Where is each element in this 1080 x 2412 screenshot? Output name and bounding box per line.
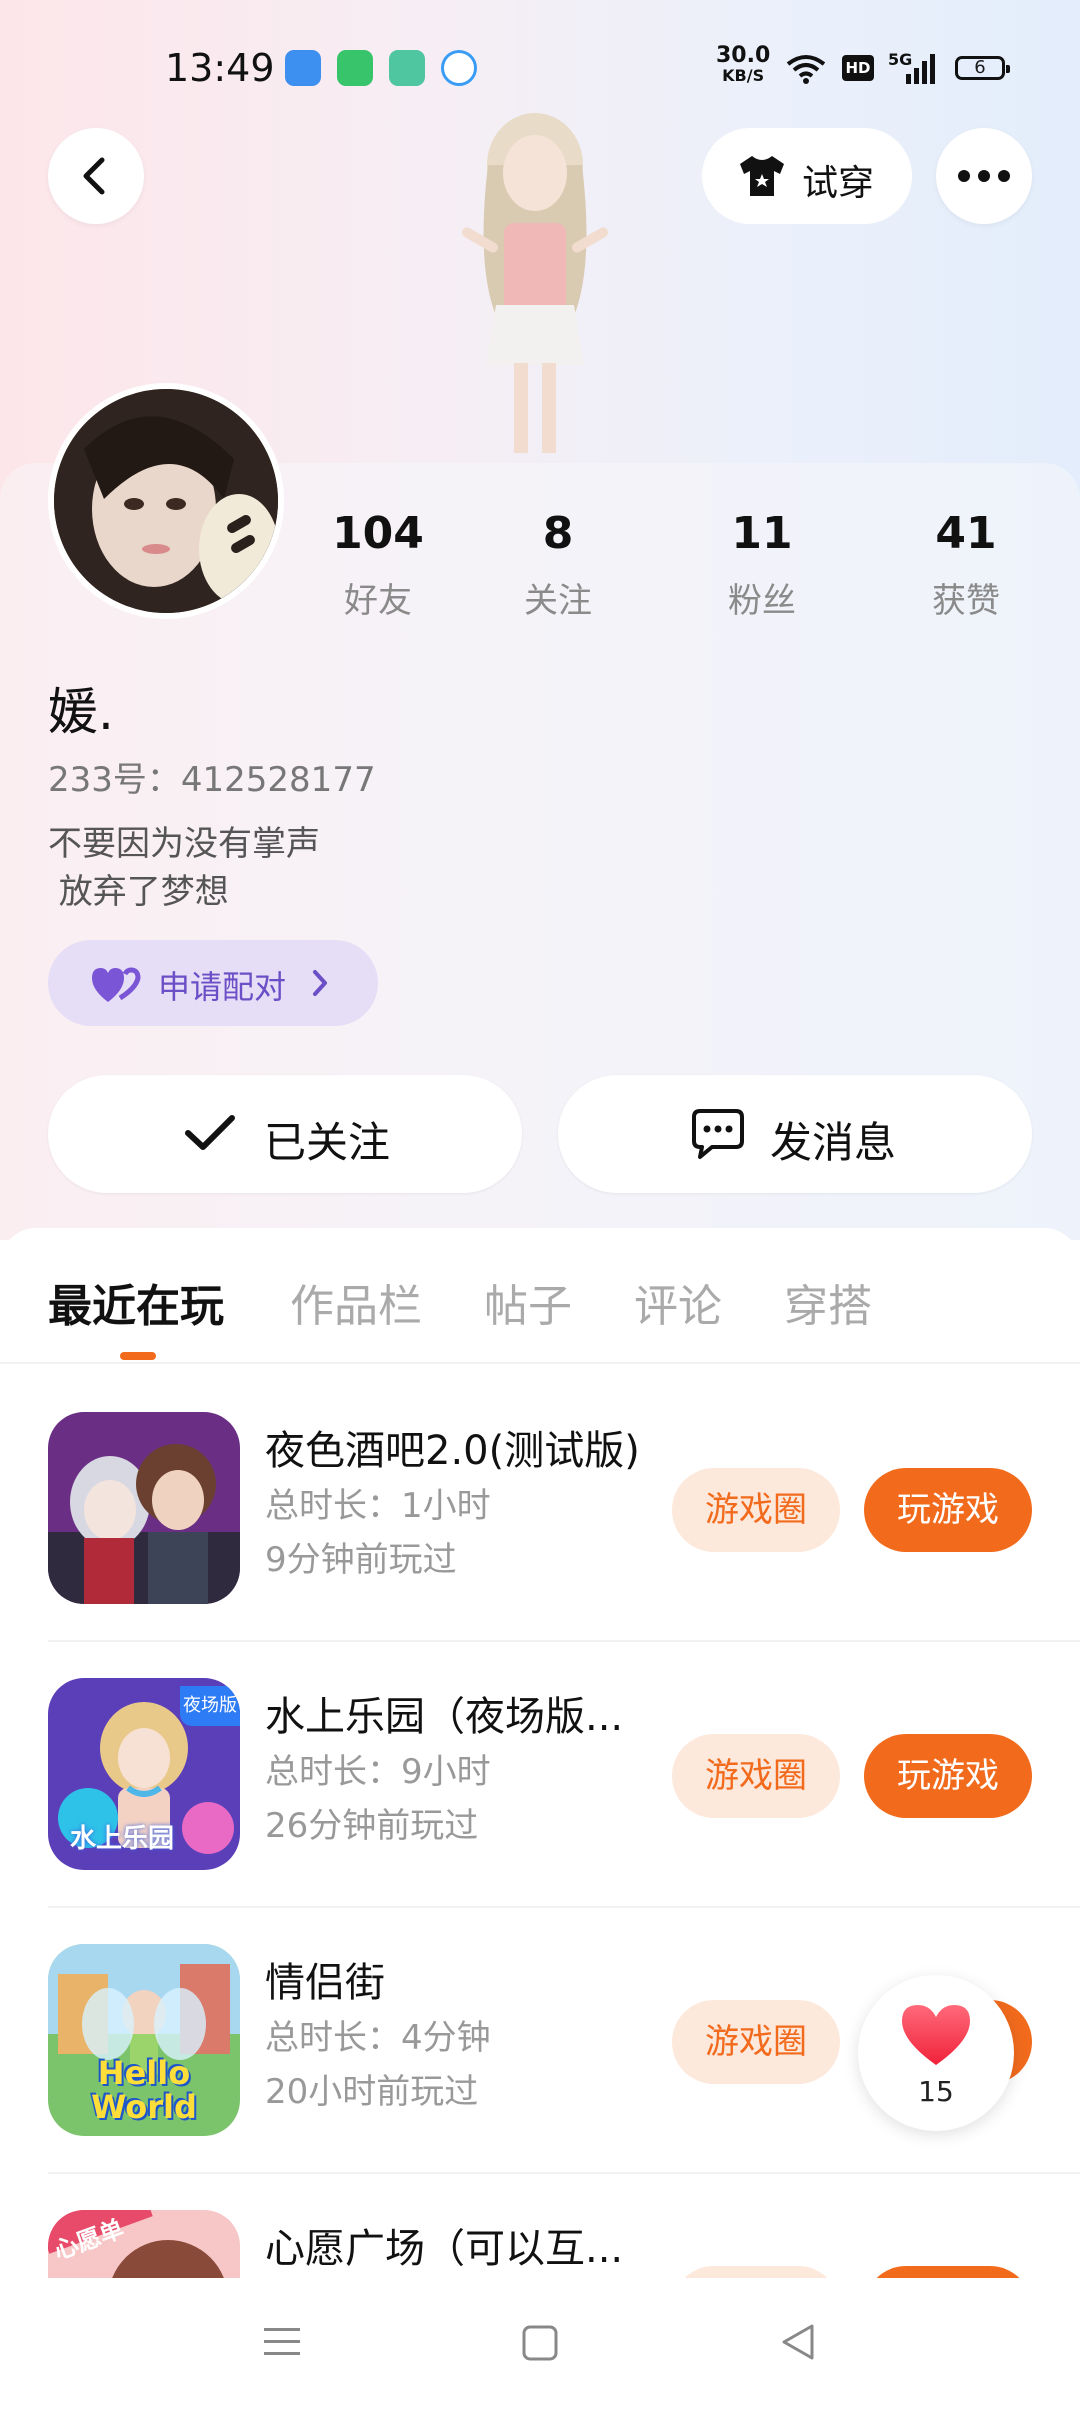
battery-icon: 6: [955, 56, 1010, 80]
game-list-item[interactable]: 水上乐园 夜场版 水上乐园（夜场版... 总时长：9小时 26分钟前玩过 游戏圈…: [0, 1678, 1080, 1944]
menu-icon[interactable]: [262, 2324, 302, 2360]
user-id: 233号：412528177: [48, 760, 376, 800]
game-title: 心愿广场（可以互...: [265, 2226, 624, 2272]
play-game-button[interactable]: 玩游戏: [864, 1734, 1032, 1818]
wifi-icon: [786, 55, 826, 84]
game-icon-night-bar: [48, 1412, 240, 1604]
night-edition-badge: 夜场版: [180, 1686, 240, 1726]
back-triangle-icon[interactable]: [778, 2322, 818, 2362]
game-cover-title: 水上乐园: [70, 1824, 175, 1854]
game-cover-title: Hello World: [91, 2054, 197, 2126]
tab-comments[interactable]: 评论: [634, 1270, 722, 1334]
stat-likes-value: 41: [935, 508, 997, 559]
browser-app-icon: [441, 50, 477, 86]
home-square-icon[interactable]: [521, 2324, 559, 2362]
tab-active-indicator: [120, 1352, 156, 1360]
stat-likes[interactable]: 41 获赞: [886, 508, 1046, 622]
game-title: 情侣街: [265, 1960, 385, 2006]
notification-app-icon: [285, 50, 321, 86]
avatar-character-3d: [462, 113, 608, 453]
game-cover-night-bar: [48, 1412, 240, 1604]
avatar-image: [54, 389, 278, 613]
row-divider: [48, 1906, 1080, 1908]
game-last-played: 9分钟前玩过: [265, 1540, 457, 1580]
back-button[interactable]: [48, 128, 144, 224]
like-count: 15: [918, 2075, 954, 2108]
game-list-item[interactable]: 夜色酒吧2.0(测试版) 总时长：1小时 9分钟前玩过 游戏圈 玩游戏: [0, 1412, 1080, 1678]
stat-fans-value: 11: [731, 508, 793, 559]
check-icon: [185, 1115, 235, 1150]
followed-label: 已关注: [264, 1118, 391, 1167]
stat-friends-value: 104: [332, 508, 424, 559]
try-on-button[interactable]: 试穿: [702, 128, 912, 224]
tab-posts[interactable]: 帖子: [484, 1270, 572, 1334]
double-heart-icon: [92, 967, 141, 1002]
network-speed-value: 30.0: [716, 43, 771, 68]
game-list-item[interactable]: 心愿单 心愿广场（可以互... 游戏圈 玩游戏: [0, 2210, 1080, 2278]
game-title: 水上乐园（夜场版...: [265, 1694, 624, 1740]
game-circle-button[interactable]: 游戏圈: [672, 1468, 840, 1552]
game-duration: 总时长：4分钟: [265, 2018, 491, 2058]
stat-fans[interactable]: 11 粉丝: [682, 508, 842, 622]
system-navigation-bar: [0, 2278, 1080, 2412]
tab-works[interactable]: 作品栏: [290, 1270, 422, 1334]
user-bio: 不要因为没有掌声 放弃了梦想: [48, 824, 320, 912]
send-message-label: 发消息: [770, 1118, 897, 1167]
stat-fans-label: 粉丝: [728, 581, 796, 621]
try-on-label: 试穿: [802, 163, 875, 204]
stat-following-value: 8: [542, 508, 574, 559]
more-button[interactable]: [936, 128, 1032, 224]
hd-badge: HD: [842, 55, 874, 81]
game-duration: 总时长：1小时: [265, 1486, 491, 1526]
row-divider: [48, 2172, 1080, 2174]
game-duration: 总时长：9小时: [265, 1752, 491, 1792]
send-message-button[interactable]: 发消息: [558, 1075, 1032, 1193]
stat-friends-label: 好友: [344, 581, 412, 621]
signal-icon: [906, 54, 935, 84]
game-icon-wish-plaza: 心愿单: [48, 2210, 240, 2278]
game-last-played: 26分钟前玩过: [265, 1806, 479, 1846]
tab-divider: [0, 1362, 1080, 1364]
avatar[interactable]: [48, 383, 284, 619]
more-dots-icon: [958, 170, 1010, 182]
user-nickname: 媛.: [48, 683, 114, 741]
tab-outfits[interactable]: 穿搭: [784, 1270, 872, 1334]
followed-button[interactable]: 已关注: [48, 1075, 522, 1193]
play-game-button[interactable]: 玩游戏: [864, 1468, 1032, 1552]
apply-match-button[interactable]: 申请配对: [48, 940, 378, 1026]
row-divider: [48, 1640, 1080, 1642]
like-button[interactable]: 15: [858, 1975, 1014, 2131]
stat-likes-label: 获赞: [932, 581, 1000, 621]
game-circle-button[interactable]: 游戏圈: [672, 2266, 840, 2278]
chevron-right-icon: [313, 970, 327, 996]
apply-match-label: 申请配对: [158, 968, 287, 1006]
game-last-played: 20小时前玩过: [265, 2072, 479, 2112]
game-circle-button[interactable]: 游戏圈: [672, 1734, 840, 1818]
network-speed-unit: KB/S: [722, 66, 765, 85]
message-bubble-icon: [692, 1109, 744, 1159]
game-icon-couple-street: Hello World: [48, 1944, 240, 2136]
stat-following-label: 关注: [524, 581, 592, 621]
phone-app-icon: [389, 50, 425, 86]
battery-level: 6: [974, 57, 986, 78]
iqiyi-app-icon: [337, 50, 373, 86]
heart-icon: [902, 2005, 970, 2065]
tshirt-icon: [740, 156, 784, 196]
game-icon-water-park: 水上乐园 夜场版: [48, 1678, 240, 1870]
game-title: 夜色酒吧2.0(测试版): [265, 1428, 640, 1474]
play-game-button[interactable]: 玩游戏: [864, 2266, 1032, 2278]
stat-following[interactable]: 8 关注: [478, 508, 638, 622]
network-speed: 30.0 KB/S: [716, 43, 771, 86]
status-time: 13:49: [165, 46, 275, 90]
stat-friends[interactable]: 104 好友: [298, 508, 458, 622]
tab-recently-played[interactable]: 最近在玩: [48, 1270, 224, 1334]
chevron-left-icon: [83, 157, 105, 195]
game-circle-button[interactable]: 游戏圈: [672, 2000, 840, 2084]
